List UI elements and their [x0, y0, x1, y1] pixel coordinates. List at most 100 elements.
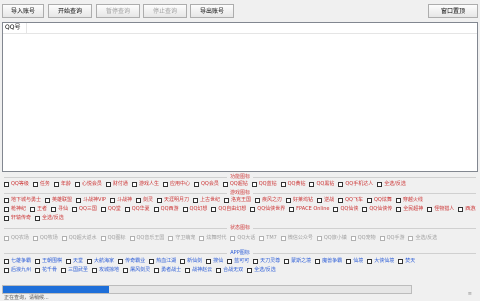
- status-checkbox[interactable]: QQ超大返水: [61, 234, 97, 242]
- checkbox-box[interactable]: [72, 206, 78, 212]
- status-checkbox[interactable]: QQ音乐王国: [129, 234, 164, 242]
- game1-checkbox[interactable]: 英雄联盟: [45, 196, 72, 204]
- feature-checkbox[interactable]: QQ蓝钻: [251, 180, 277, 188]
- game1-checkbox[interactable]: 剑灵: [135, 196, 153, 204]
- game2-checkbox[interactable]: QQ仙侠传: [362, 205, 392, 213]
- game1-checkbox[interactable]: QQ飞车: [338, 196, 363, 204]
- checkbox-box[interactable]: [123, 267, 129, 273]
- checkbox-box[interactable]: [4, 267, 9, 273]
- checkbox-box[interactable]: [396, 206, 402, 212]
- checkbox-box[interactable]: [250, 206, 256, 212]
- game2-checkbox[interactable]: 怪物猎人: [427, 205, 454, 213]
- checkbox-box[interactable]: [338, 181, 344, 187]
- feature-checkbox[interactable]: 任务: [32, 180, 50, 188]
- app1-checkbox[interactable]: 新仙剑: [180, 257, 202, 265]
- checkbox-box[interactable]: [289, 206, 295, 212]
- checkbox-box[interactable]: [216, 267, 222, 273]
- checkbox-box[interactable]: [379, 235, 385, 241]
- game2-checkbox[interactable]: QQ仙侠: [333, 205, 358, 213]
- resize-grip-icon[interactable]: ≡: [468, 291, 472, 297]
- app1-checkbox[interactable]: 天堂: [66, 257, 83, 265]
- checkbox-box[interactable]: [211, 206, 217, 212]
- checkbox-box[interactable]: [362, 206, 368, 212]
- game2-checkbox[interactable]: QQ西游: [153, 205, 179, 213]
- checkbox-box[interactable]: [458, 206, 464, 212]
- app1-checkbox[interactable]: 天刀灵尊: [253, 257, 280, 265]
- checkbox-box[interactable]: [4, 235, 9, 241]
- app1-checkbox[interactable]: 大航海家: [87, 257, 114, 265]
- app2-checkbox[interactable]: 全选/反选: [247, 266, 276, 274]
- app1-checkbox[interactable]: 魔兽争霸: [315, 257, 342, 265]
- checkbox-box[interactable]: [149, 258, 155, 264]
- checkbox-box[interactable]: [309, 181, 315, 187]
- app2-checkbox[interactable]: 勇者战士: [154, 266, 181, 274]
- checkbox-box[interactable]: [4, 258, 9, 264]
- checkbox-box[interactable]: [66, 258, 72, 264]
- checkbox-box[interactable]: [100, 206, 106, 212]
- app1-checkbox[interactable]: 王朝围棋: [35, 257, 62, 265]
- start-query-button[interactable]: 开始查询: [48, 4, 92, 18]
- game1-checkbox[interactable]: 地下城与勇士: [4, 196, 41, 204]
- app1-checkbox[interactable]: 七雄争霸: [4, 257, 31, 265]
- app1-checkbox[interactable]: 焚天: [398, 257, 415, 265]
- window-topmost-button[interactable]: 窗口置顶: [428, 4, 478, 18]
- checkbox-box[interactable]: [105, 181, 111, 187]
- checkbox-box[interactable]: [338, 197, 344, 203]
- app2-checkbox[interactable]: 攻城掠地: [92, 266, 119, 274]
- feature-checkbox[interactable]: 心悦会员: [74, 180, 102, 188]
- game2-checkbox[interactable]: 枪神纪: [4, 205, 26, 213]
- checkbox-box[interactable]: [230, 235, 236, 241]
- status-checkbox[interactable]: QQ大话: [230, 234, 255, 242]
- checkbox-box[interactable]: [154, 267, 160, 273]
- checkbox-box[interactable]: [253, 258, 259, 264]
- game1-checkbox[interactable]: QQ炫舞: [366, 196, 392, 204]
- checkbox-box[interactable]: [317, 197, 323, 203]
- checkbox-box[interactable]: [377, 181, 383, 187]
- checkbox-box[interactable]: [333, 206, 339, 212]
- game1-checkbox[interactable]: 好莱坞钻: [286, 196, 313, 204]
- game2-checkbox[interactable]: QQ三国: [72, 205, 97, 213]
- status-checkbox[interactable]: QQ农场: [4, 234, 29, 242]
- feature-checkbox[interactable]: 全选/反选: [377, 180, 406, 188]
- checkbox-box[interactable]: [51, 206, 57, 212]
- feature-checkbox[interactable]: QQ等级: [4, 180, 29, 188]
- checkbox-box[interactable]: [35, 258, 41, 264]
- app2-checkbox[interactable]: 花千骨: [35, 266, 57, 274]
- game1-checkbox[interactable]: 天涯明月刀: [156, 196, 189, 204]
- checkbox-box[interactable]: [366, 197, 372, 203]
- status-checkbox[interactable]: QQ宠物: [350, 234, 376, 242]
- status-checkbox[interactable]: QQ图标: [100, 234, 126, 242]
- game3-checkbox[interactable]: 轩辕传奇: [4, 214, 31, 222]
- app2-checkbox[interactable]: 战神赵云: [185, 266, 212, 274]
- feature-checkbox[interactable]: QQ黑钻: [309, 180, 334, 188]
- game1-checkbox[interactable]: 穿越火线: [395, 196, 423, 204]
- checkbox-box[interactable]: [222, 181, 228, 187]
- checkbox-box[interactable]: [199, 235, 205, 241]
- checkbox-box[interactable]: [193, 197, 198, 203]
- checkbox-box[interactable]: [156, 197, 162, 203]
- checkbox-box[interactable]: [315, 258, 321, 264]
- checkbox-box[interactable]: [180, 258, 186, 264]
- checkbox-box[interactable]: [185, 267, 191, 273]
- app1-checkbox[interactable]: 大侠仙境: [367, 257, 394, 265]
- checkbox-box[interactable]: [100, 235, 106, 241]
- checkbox-box[interactable]: [35, 267, 41, 273]
- status-checkbox[interactable]: 微信公众号: [280, 234, 313, 242]
- checkbox-box[interactable]: [53, 181, 59, 187]
- checkbox-box[interactable]: [4, 215, 9, 221]
- import-accounts-button[interactable]: 导入账号: [2, 4, 44, 18]
- checkbox-box[interactable]: [45, 197, 51, 203]
- game1-checkbox[interactable]: 疾风之刃: [255, 196, 282, 204]
- checkbox-box[interactable]: [32, 181, 38, 187]
- checkbox-box[interactable]: [280, 181, 286, 187]
- game2-checkbox[interactable]: 全民超神: [396, 205, 423, 213]
- column-header-qq[interactable]: QQ号: [5, 23, 28, 33]
- app2-checkbox[interactable]: 合战无双: [216, 266, 243, 274]
- feature-checkbox[interactable]: QQ超钻: [222, 180, 248, 188]
- checkbox-box[interactable]: [30, 206, 36, 212]
- export-accounts-button[interactable]: 导出账号: [190, 4, 234, 18]
- checkbox-box[interactable]: [4, 197, 9, 203]
- game1-checkbox[interactable]: 斗战神VIP: [76, 196, 106, 204]
- game2-checkbox[interactable]: QQ幻想: [182, 205, 207, 213]
- checkbox-box[interactable]: [162, 181, 168, 187]
